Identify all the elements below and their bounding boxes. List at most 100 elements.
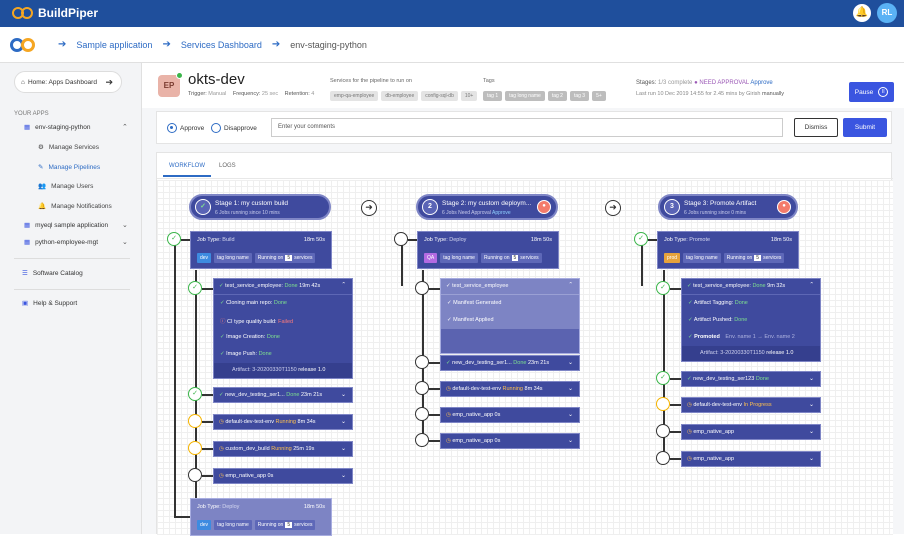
service-row[interactable]: ◷ emp_native_app 0s ⌄ (440, 433, 580, 449)
job-card-deploy[interactable]: Job Type: Deploy 18m 50s dev tag long na… (190, 498, 332, 536)
service-row[interactable]: ◷ emp_native_app ⌄ (681, 451, 821, 467)
check-icon: ✓ (687, 376, 692, 382)
job-tags: dev tag long name Running on 5 services (197, 520, 316, 530)
job-card-promote[interactable]: Job Type: Promote 18m 50s prod tag long … (657, 231, 799, 269)
chevron-down-icon[interactable]: ⌄ (809, 455, 814, 462)
tab-logs[interactable]: LOGS (219, 163, 236, 169)
chevron-down-icon[interactable]: ⌄ (122, 238, 128, 246)
job-card-deploy[interactable]: Job Type: Deploy 18m 50s QA tag long nam… (417, 231, 559, 269)
home-icon: ⌂ (21, 78, 25, 86)
step-label: Artifact Pushed: (693, 317, 733, 323)
sidebar-item-help[interactable]: ▣ Help & Support (22, 299, 77, 308)
connector (202, 448, 213, 450)
node-check-icon: ✓ (188, 387, 202, 401)
arrow-right-icon: ➜ (361, 200, 377, 216)
job-card-build[interactable]: Job Type: Build 18m 50s dev tag long nam… (190, 231, 332, 269)
chevron-up-icon[interactable]: ⌃ (568, 282, 573, 288)
radio-checked-icon (167, 123, 177, 133)
chevron-down-icon[interactable]: ⌄ (809, 401, 814, 408)
sidebar-item-software-catalog[interactable]: ☰ Software Catalog (22, 269, 83, 278)
services-label: services (294, 522, 313, 528)
app-logo[interactable]: BuildPiper (12, 6, 98, 20)
service-row[interactable]: ◷ default-dev-test-env In Progress ⌄ (681, 397, 821, 413)
bell-icon[interactable]: 🔔 (853, 4, 871, 22)
disapprove-radio[interactable]: Disapprove (211, 123, 257, 133)
job-expanded-test-service[interactable]: ✓ test_service_employee: Done 9m 32s ⌃ ✓ … (681, 278, 821, 362)
step-status: Failed (278, 319, 294, 325)
sidebar-item-manage-pipelines[interactable]: ✎ Manage Pipelines (38, 163, 101, 172)
chevron-down-icon[interactable]: ⌄ (568, 385, 573, 392)
env-to: Env. name 2 (764, 334, 795, 340)
service-chip: db-employee (381, 91, 419, 101)
home-apps-dashboard-button[interactable]: ⌂ Home: Apps Dashboard ➔ (14, 71, 122, 93)
sidebar-app-myeql[interactable]: ▦ myeql sample application ⌄ (24, 221, 134, 230)
sidebar-app-python-employee[interactable]: ▦ python-employee-mgt ⌄ (24, 238, 134, 247)
running-on-badge: Running on 5 services (254, 253, 316, 263)
chevron-down-icon[interactable]: ⌄ (341, 418, 346, 425)
sidebar-item-label: Manage Services (48, 143, 100, 151)
service-row[interactable]: ✓ new_dev_testing_ser1... Done 23m 21s ⌄ (440, 355, 580, 371)
approve-link[interactable]: Approve (750, 80, 772, 86)
stage-2-header[interactable]: 2 Stage 2: my custom deploym... 6 Jobs N… (416, 194, 558, 220)
service-row[interactable]: ◷ default-dev-test-env Running 8m 34s ⌄ (440, 381, 580, 397)
home-logo-icon[interactable] (10, 37, 36, 52)
chevron-down-icon[interactable]: ⌄ (122, 221, 128, 229)
service-name: test_service_employee (452, 283, 509, 289)
chevron-up-icon[interactable]: ⌃ (122, 123, 128, 131)
step-row: ✓ Artifact Tagging: Done (682, 295, 820, 312)
env-from: Env. name 1 (725, 334, 756, 340)
chevron-down-icon[interactable]: ⌄ (568, 359, 573, 366)
stage-3-header[interactable]: 3 Stage 3: Promote Artifact 6 Jobs runni… (658, 194, 798, 220)
app-label: env-staging-python (35, 123, 91, 131)
breadcrumb-item[interactable]: Sample application (76, 40, 152, 50)
chevron-down-icon[interactable]: ⌄ (341, 472, 346, 479)
stage-1-header[interactable]: ✓ Stage 1: my custom build 6 Jobs runnin… (189, 194, 331, 220)
submit-button[interactable]: Submit (843, 118, 887, 137)
service-row[interactable]: ◷ custom_dev_build Running 25m 19s ⌄ (213, 441, 353, 457)
service-name: emp_native_app (693, 456, 735, 462)
chevron-down-icon[interactable]: ⌄ (341, 445, 346, 452)
chevron-up-icon[interactable]: ⌃ (341, 282, 346, 288)
sidebar-item-label: Manage Pipelines (48, 163, 101, 171)
last-run-mode: manually (762, 91, 785, 97)
tab-workflow[interactable]: WORKFLOW (163, 163, 211, 177)
action-icon[interactable]: ● (777, 200, 791, 214)
comment-input[interactable]: Enter your comments (271, 118, 783, 137)
service-row[interactable]: ◷ emp_native_app 0s ⌄ (440, 407, 580, 423)
service-row[interactable]: ✓ new_dev_testing_ser1... Done 23m 21s ⌄ (213, 387, 353, 403)
service-row[interactable]: ◷ emp_native_app ⌄ (681, 424, 821, 440)
chevron-down-icon[interactable]: ⌄ (809, 375, 814, 382)
user-avatar[interactable]: RL (877, 3, 897, 23)
more-chip[interactable]: 10+ (460, 91, 478, 101)
chevron-down-icon[interactable]: ⌄ (568, 437, 573, 444)
sidebar-item-manage-services[interactable]: ⚙ Manage Services (38, 143, 100, 152)
breadcrumb-item[interactable]: Services Dashboard (181, 40, 262, 50)
stages-label: Stages: (636, 80, 657, 86)
more-chip[interactable]: 5+ (592, 91, 606, 101)
chevron-down-icon[interactable]: ⌄ (568, 411, 573, 418)
job-expanded-test-service[interactable]: ✓ test_service_employee ⌃ ✓ Manifest Gene… (440, 278, 580, 354)
service-row[interactable]: ◷ default-dev-test-env Running 8m 34s ⌄ (213, 414, 353, 430)
service-status: Done (752, 283, 766, 289)
service-row[interactable]: ✓ new_dev_testing_ser123 Done ⌄ (681, 371, 821, 387)
step-row: ✓ Image Creation: Done (214, 329, 352, 346)
stage-approve-link[interactable]: Approve (492, 210, 511, 216)
sidebar-item-manage-users[interactable]: 👥 Manage Users (38, 182, 93, 191)
chevron-down-icon[interactable]: ⌄ (341, 391, 346, 398)
meta-value: 25 sec (261, 91, 279, 97)
chevron-up-icon[interactable]: ⌃ (809, 282, 814, 288)
service-row[interactable]: ◷ emp_native_app 0s ⌄ (213, 468, 353, 484)
dismiss-button[interactable]: Dismiss (794, 118, 838, 137)
chevron-down-icon[interactable]: ⌄ (809, 428, 814, 435)
pause-button[interactable]: Pause II (849, 82, 894, 102)
service-name: new_dev_testing_ser123 (693, 376, 755, 382)
divider (14, 289, 130, 290)
approve-radio[interactable]: Approve (167, 123, 204, 133)
job-time: 18m 50s (770, 237, 792, 243)
sidebar-app-env-staging-python[interactable]: ▦ env-staging-python ⌃ (24, 123, 134, 132)
job-expanded-test-service[interactable]: ✓ test_service_employee: Done 19m 42s ⌃ ✓… (213, 278, 353, 379)
approval-action-icon[interactable]: ● (537, 200, 551, 214)
clock-icon: ◷ (687, 402, 692, 408)
error-icon: ⓘ (220, 319, 226, 325)
sidebar-item-manage-notifications[interactable]: 🔔 Manage Notifications (38, 202, 112, 211)
